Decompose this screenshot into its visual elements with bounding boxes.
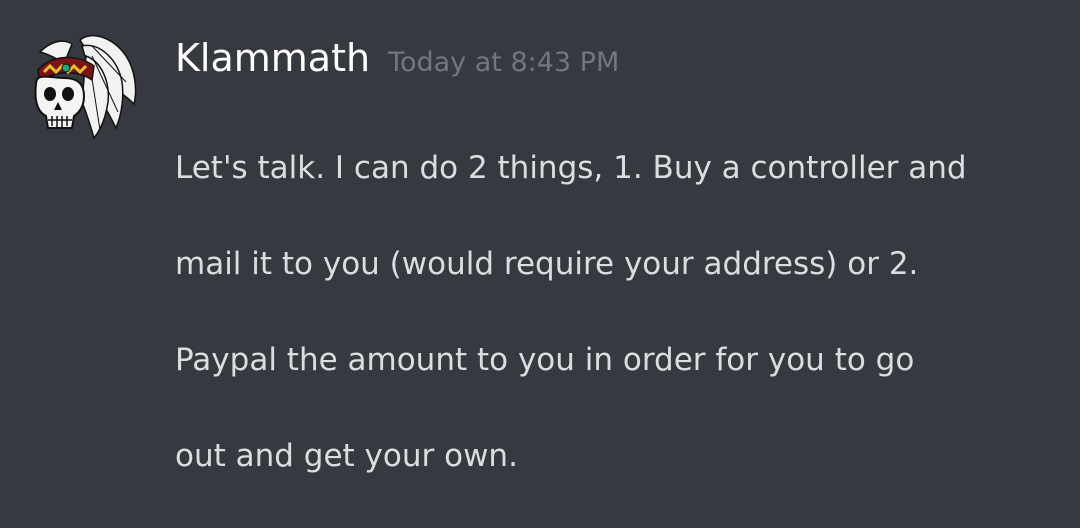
message-line: Let's talk. I can do 2 things, 1. Buy a … [175, 150, 967, 186]
message-line: mail it to you (would require your addre… [175, 246, 919, 282]
username[interactable]: Klammath [175, 36, 370, 80]
message-line: Paypal the amount to you in order for yo… [175, 342, 915, 378]
message-header: Klammath Today at 8:43 PM [175, 32, 619, 84]
message-line: out and get your own. [175, 438, 518, 474]
avatar[interactable] [22, 32, 140, 140]
chat-message: Klammath Today at 8:43 PM Let's talk. I c… [0, 0, 1080, 474]
skull-headdress-icon [34, 35, 137, 140]
message-content: Let's talk. I can do 2 things, 1. Buy a … [175, 96, 1055, 528]
timestamp: Today at 8:43 PM [388, 47, 620, 78]
